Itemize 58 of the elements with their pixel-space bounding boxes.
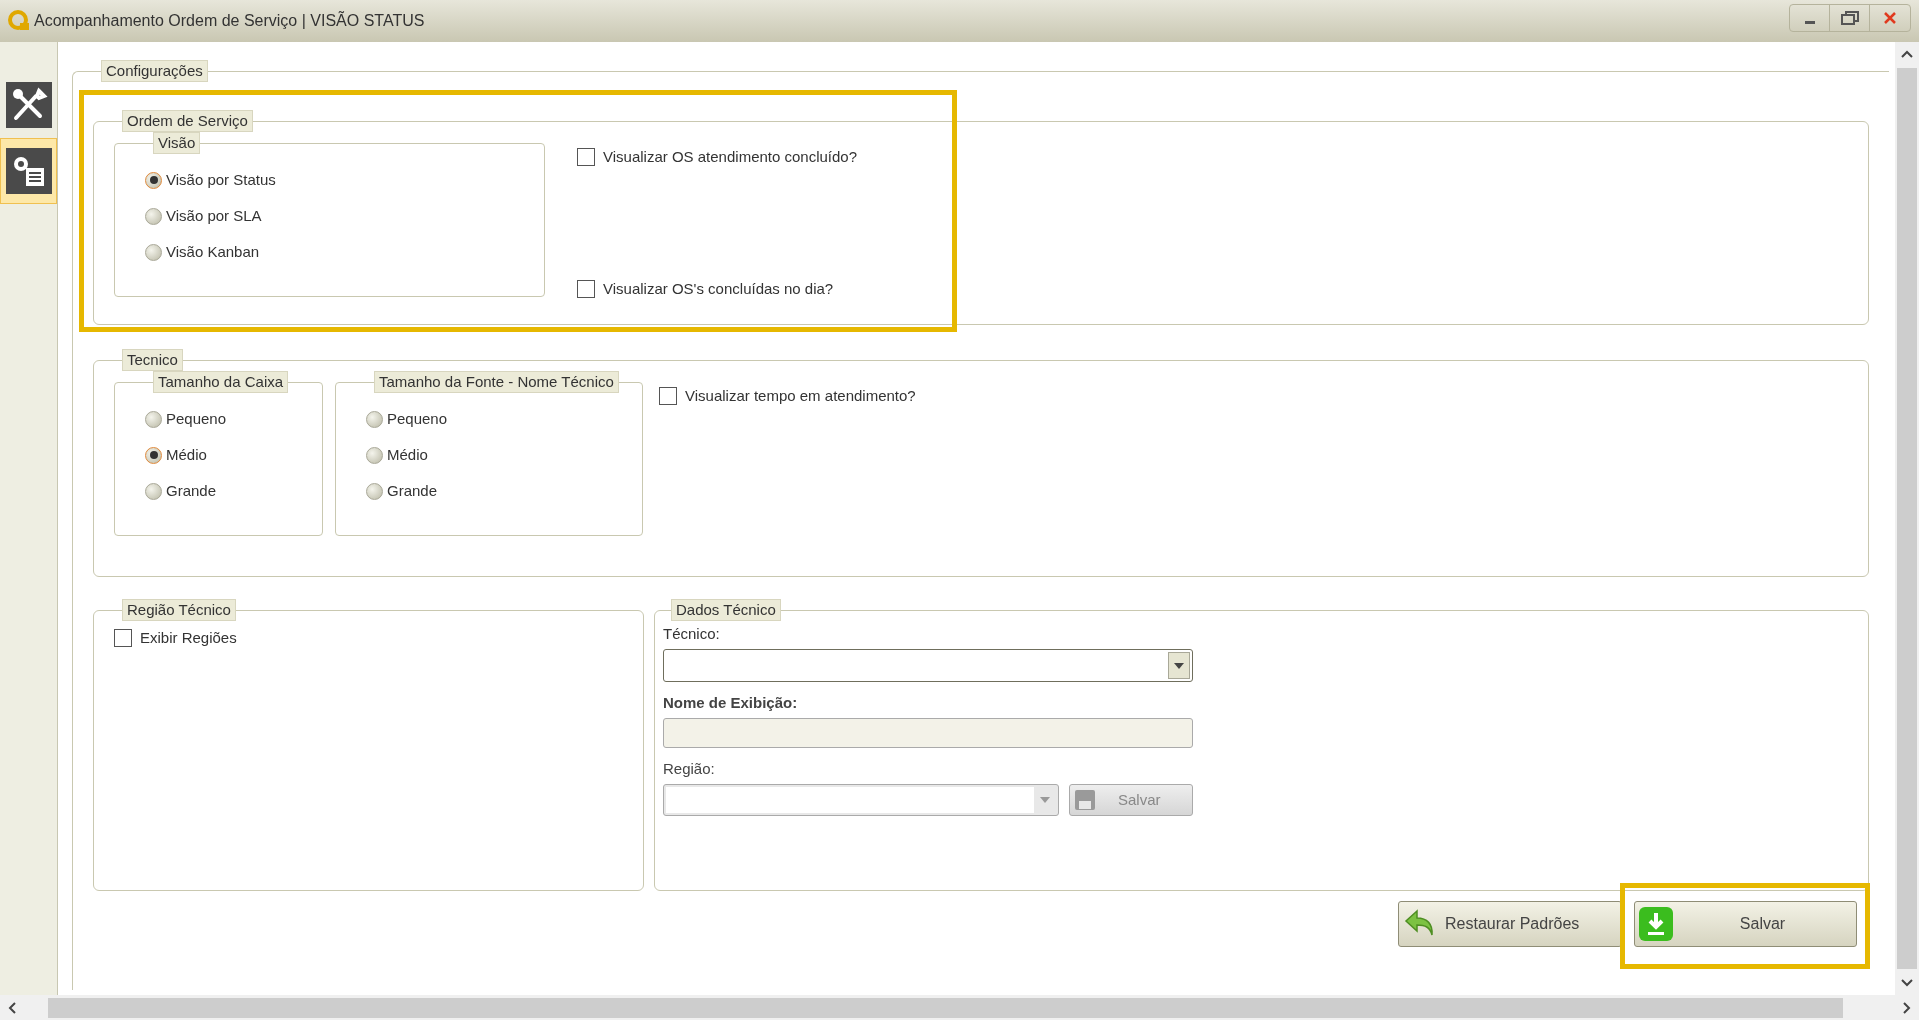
radio-label: Visão Kanban (166, 241, 260, 262)
checkbox[interactable] (659, 387, 677, 406)
vertical-scrollbar[interactable] (1895, 42, 1919, 995)
group-title: Região Técnico (122, 599, 236, 621)
wrench-screwdriver-icon (5, 82, 52, 128)
save-button[interactable]: Salvar (1634, 901, 1857, 947)
radio-label: Visão por Status (166, 169, 276, 190)
restore-defaults-button[interactable]: Restaurar Padrões (1398, 901, 1622, 947)
group-title: Tamanho da Caixa (153, 371, 289, 393)
field-label: Técnico: (663, 624, 721, 644)
scroll-down-icon (1901, 979, 1913, 987)
radio-label: Visão por SLA (166, 205, 262, 226)
group-title: Configurações (101, 60, 208, 82)
group-title: Tecnico (122, 349, 183, 371)
group-title: Visão (153, 132, 201, 154)
scroll-left-icon (8, 1001, 16, 1014)
field-label: Região: (663, 759, 716, 779)
radio-button[interactable] (145, 171, 162, 189)
radio-button[interactable] (145, 243, 162, 261)
scroll-up-icon (1901, 50, 1913, 58)
download-icon (1639, 907, 1673, 941)
scroll-right-icon (1903, 1001, 1911, 1014)
window-title: Acompanhamento Ordem de Serviço | VISÃO STATUS (34, 10, 425, 31)
checkbox[interactable] (577, 279, 595, 298)
checkbox-label: Visualizar tempo em atendimento? (685, 386, 916, 406)
caret-icon (1040, 797, 1050, 803)
horizontal-scrollbar[interactable] (0, 995, 1919, 1020)
radio-button[interactable] (145, 207, 162, 225)
checkbox[interactable] (577, 148, 595, 167)
close-icon (1884, 12, 1896, 24)
checkbox[interactable] (114, 629, 132, 648)
radio-button[interactable] (366, 446, 383, 464)
radio-label: Grande (166, 480, 217, 501)
gear-list-icon (5, 148, 52, 194)
group-title: Dados Técnico (671, 599, 781, 621)
radio-button[interactable] (145, 482, 162, 500)
radio-label: Pequeno (387, 408, 448, 429)
group-title: Ordem de Serviço (122, 110, 253, 132)
caret-icon (1174, 662, 1184, 669)
technician-dropdown[interactable] (663, 649, 1193, 682)
radio-button[interactable] (145, 446, 162, 464)
radio-label: Médio (387, 444, 428, 465)
region-dropdown[interactable] (663, 784, 1059, 816)
checkbox-label: Visualizar OS atendimento concluído? (603, 147, 858, 167)
sidebar-item[interactable] (0, 138, 57, 204)
app-logo-icon (8, 10, 30, 32)
radio-label: Médio (166, 444, 207, 465)
radio-label: Pequeno (166, 408, 227, 429)
radio-button[interactable] (366, 410, 383, 428)
restore-icon (1840, 11, 1859, 25)
field-label: Nome de Exibição: (663, 693, 799, 713)
radio-button[interactable] (366, 482, 383, 500)
checkbox-label: Exibir Regiões (140, 628, 237, 648)
checkbox-label: Visualizar OS's concluídas no dia? (603, 278, 834, 299)
radio-button[interactable] (145, 410, 162, 428)
display-name-field[interactable] (663, 718, 1193, 748)
group-title: Tamanho da Fonte - Nome Técnico (374, 371, 619, 393)
radio-label: Grande (387, 480, 438, 501)
